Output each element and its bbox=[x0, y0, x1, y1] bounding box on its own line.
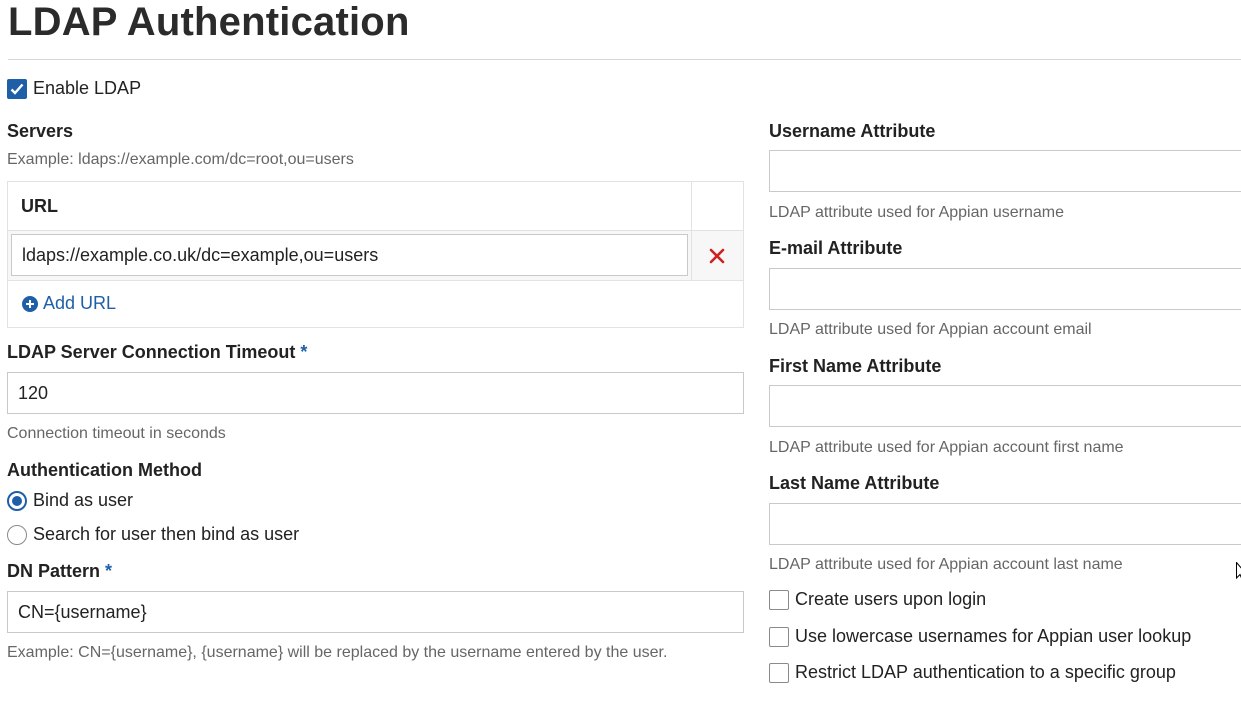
add-url-label: Add URL bbox=[43, 293, 117, 313]
email-attribute-hint: LDAP attribute used for Appian account e… bbox=[769, 321, 1092, 338]
plus-circle-icon bbox=[22, 295, 38, 312]
last-name-attribute-input[interactable] bbox=[769, 503, 1241, 545]
first-name-attribute-label: First Name Attribute bbox=[769, 356, 942, 376]
username-attribute-input[interactable] bbox=[769, 150, 1241, 192]
username-attribute-hint: LDAP attribute used for Appian username bbox=[769, 204, 1064, 221]
checkbox-checked-icon bbox=[7, 78, 27, 99]
dn-pattern-hint: Example: CN={username}, {username} will … bbox=[7, 644, 668, 661]
last-name-attribute-hint: LDAP attribute used for Appian account l… bbox=[769, 556, 1123, 573]
username-attribute-label: Username Attribute bbox=[769, 121, 936, 141]
checkbox-unchecked-icon bbox=[769, 589, 789, 610]
required-marker: * bbox=[105, 561, 113, 581]
grid-column-divider bbox=[691, 182, 692, 281]
first-name-attribute-input[interactable] bbox=[769, 385, 1241, 427]
radio-bind-as-user[interactable]: Bind as user bbox=[7, 490, 133, 511]
url-column-header: URL bbox=[21, 196, 58, 216]
radio-selected-icon bbox=[7, 490, 27, 511]
add-url-button[interactable]: Add URL bbox=[22, 293, 116, 314]
enable-ldap-checkbox[interactable]: Enable LDAP bbox=[7, 78, 141, 99]
checkbox-unchecked-icon bbox=[769, 626, 789, 647]
auth-method-label: Authentication Method bbox=[7, 460, 202, 480]
table-row bbox=[8, 231, 743, 281]
mouse-cursor-icon bbox=[1236, 562, 1241, 580]
dn-pattern-input[interactable] bbox=[7, 591, 744, 633]
restrict-group-checkbox[interactable]: Restrict LDAP authentication to a specif… bbox=[769, 662, 1176, 683]
last-name-attribute-label: Last Name Attribute bbox=[769, 473, 940, 493]
server-url-input[interactable] bbox=[11, 234, 688, 276]
ldap-settings-page: LDAP Authentication Enable LDAP Servers … bbox=[0, 0, 1241, 709]
servers-label: Servers bbox=[7, 121, 74, 141]
checkbox-unchecked-icon bbox=[769, 662, 789, 683]
enable-ldap-label: Enable LDAP bbox=[33, 78, 142, 98]
restrict-group-label: Restrict LDAP authentication to a specif… bbox=[795, 662, 1176, 682]
first-name-attribute-hint: LDAP attribute used for Appian account f… bbox=[769, 439, 1124, 456]
radio-bind-as-user-label: Bind as user bbox=[33, 490, 134, 510]
required-marker: * bbox=[300, 342, 308, 362]
servers-grid: URL Add URL bbox=[7, 181, 744, 328]
create-users-checkbox[interactable]: Create users upon login bbox=[769, 589, 986, 610]
timeout-label-text: LDAP Server Connection Timeout bbox=[7, 342, 296, 362]
create-users-label: Create users upon login bbox=[795, 589, 987, 609]
email-attribute-input[interactable] bbox=[769, 268, 1241, 310]
radio-search-then-bind[interactable]: Search for user then bind as user bbox=[7, 524, 299, 545]
email-attribute-label: E-mail Attribute bbox=[769, 238, 903, 258]
timeout-label: LDAP Server Connection Timeout * bbox=[7, 342, 307, 363]
lowercase-usernames-label: Use lowercase usernames for Appian user … bbox=[795, 626, 1192, 646]
close-icon bbox=[709, 248, 725, 264]
lowercase-usernames-checkbox[interactable]: Use lowercase usernames for Appian user … bbox=[769, 626, 1191, 647]
dn-pattern-label: DN Pattern * bbox=[7, 561, 112, 582]
timeout-input[interactable] bbox=[7, 372, 744, 414]
dn-pattern-label-text: DN Pattern bbox=[7, 561, 101, 581]
page-title: LDAP Authentication bbox=[8, 0, 410, 44]
title-divider bbox=[8, 59, 1241, 60]
remove-url-button[interactable] bbox=[705, 244, 729, 268]
radio-unselected-icon bbox=[7, 524, 27, 545]
servers-hint: Example: ldaps://example.com/dc=root,ou=… bbox=[7, 151, 354, 168]
radio-search-then-bind-label: Search for user then bind as user bbox=[33, 524, 300, 544]
timeout-hint: Connection timeout in seconds bbox=[7, 425, 226, 442]
servers-grid-header: URL bbox=[8, 182, 743, 231]
